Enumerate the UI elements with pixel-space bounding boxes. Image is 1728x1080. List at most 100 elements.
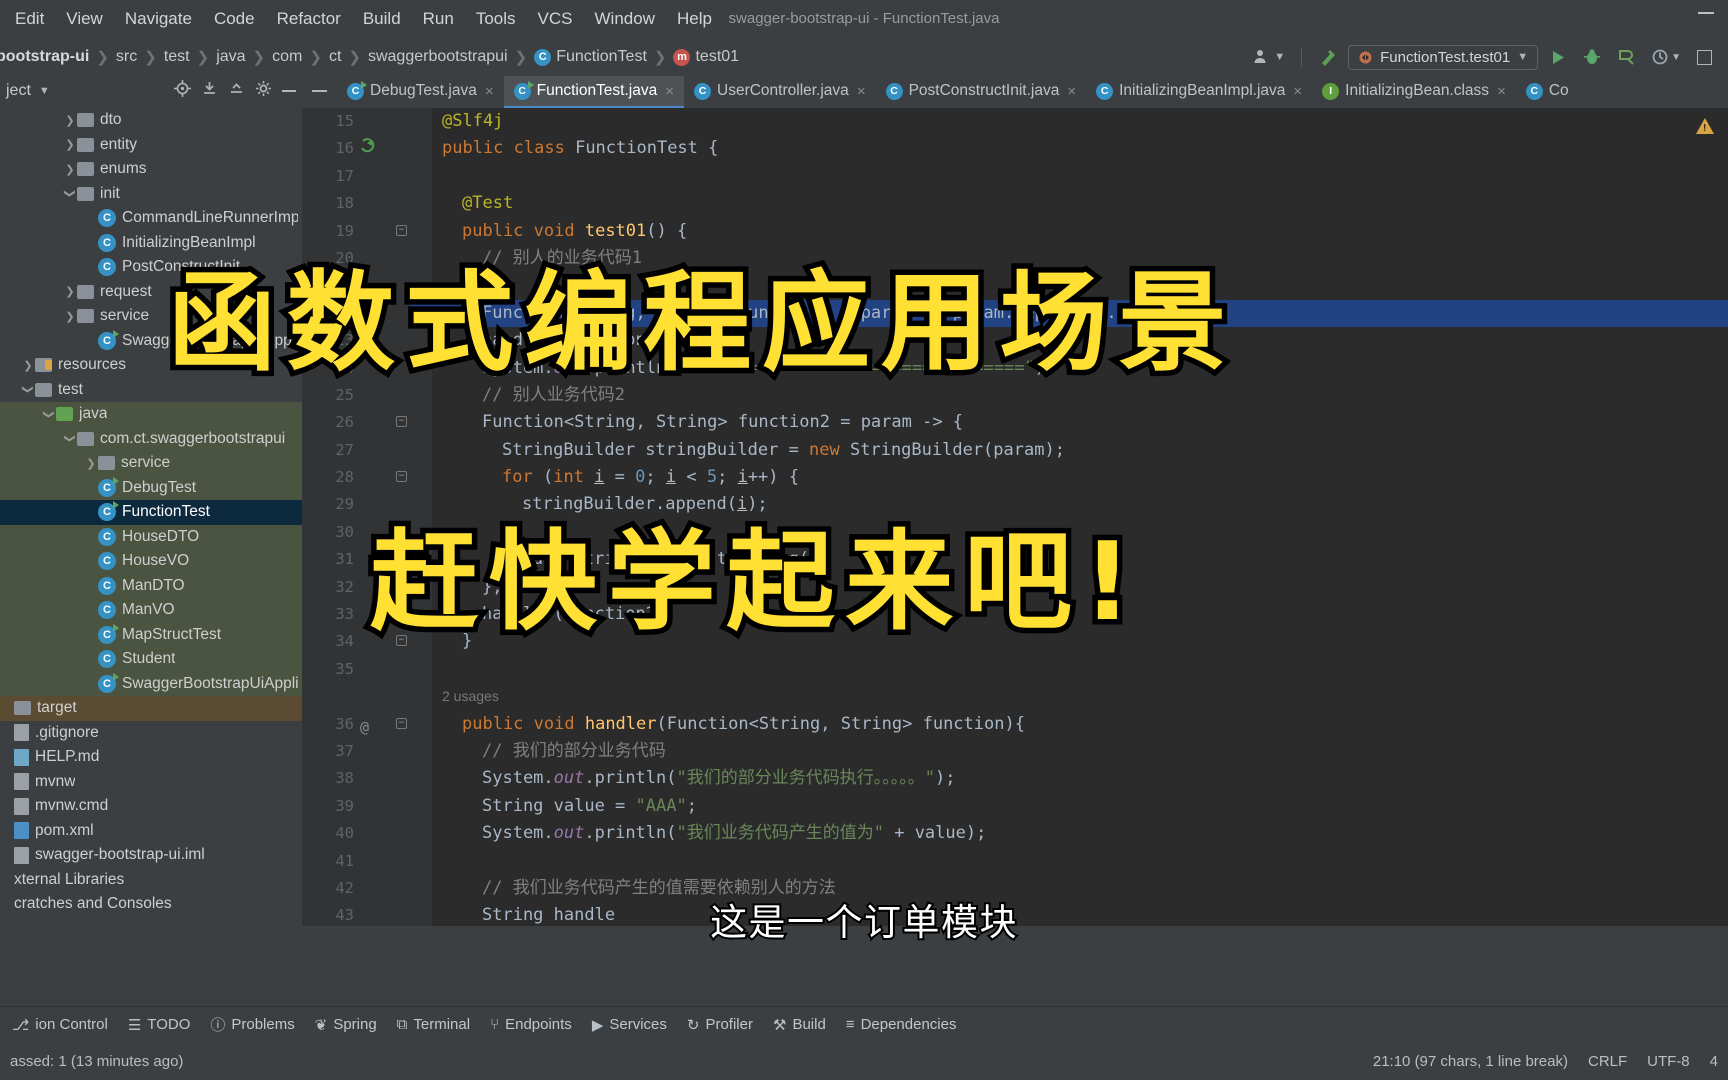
chevron-down-icon[interactable]: ❯ (43, 407, 56, 421)
code-line[interactable]: 39 String value = "AAA"; (302, 793, 1728, 820)
line-number[interactable]: 41 (302, 848, 354, 875)
code-text[interactable]: Function<String, String> function2 = par… (302, 409, 1728, 436)
tree-item-cratches-and-consoles[interactable]: cratches and Consoles (0, 892, 302, 917)
chevron-right-icon[interactable]: ❯ (63, 138, 77, 151)
usages-hint[interactable]: 2 usages (302, 683, 1728, 710)
code-text[interactable]: String handle (302, 902, 1728, 926)
breadcrumb-item-ct[interactable]: ct (329, 48, 341, 66)
tool-window-problems[interactable]: ⓘ Problems (200, 1010, 304, 1039)
code-line[interactable]: 22 Function<String, String> function1 = p… (302, 299, 1728, 328)
tree-item-housevo[interactable]: C HouseVO (0, 549, 302, 574)
chevron-right-icon[interactable]: ❯ (21, 359, 35, 372)
tool-window-ion-control[interactable]: ⎇ ion Control (2, 1012, 118, 1038)
code-line[interactable]: 43 String handle (302, 902, 1728, 926)
tree-item-functiontest[interactable]: C FunctionTest (0, 500, 302, 525)
tree-item-gitignore[interactable]: .gitignore (0, 721, 302, 746)
settings-gear-icon[interactable] (255, 80, 272, 102)
chevron-down-icon[interactable]: ❯ (64, 432, 77, 446)
code-line[interactable]: 42// 我们业务代码产生的值需要依赖别人的方法 (302, 875, 1728, 902)
code-line[interactable]: 35 (302, 656, 1728, 683)
tree-item-init[interactable]: ❯ init (0, 182, 302, 207)
chevron-down-icon[interactable]: ❯ (64, 187, 77, 201)
code-line[interactable]: 28− for (int i = 0; i < 5; i++) { (302, 464, 1728, 491)
menu-item-run[interactable]: Run (412, 6, 465, 32)
code-text[interactable]: // 别人业务代码2 (302, 382, 1728, 409)
code-line[interactable]: 27 StringBuilder stringBuilder = new Stri… (302, 437, 1728, 464)
tree-item-dto[interactable]: ❯ dto (0, 108, 302, 133)
tree-item-mapstructtest[interactable]: C MapStructTest (0, 622, 302, 647)
code-line[interactable]: 33 handler(function2); (302, 601, 1728, 628)
code-line[interactable]: 31 return stringBuilder.toString(); (302, 546, 1728, 573)
collapse-all-icon[interactable] (201, 80, 218, 102)
profiler-button[interactable]: ▼ (1645, 44, 1687, 70)
code-editor[interactable]: 15 @Slf4j 16 public class FunctionTest {17 1… (302, 108, 1728, 926)
minimize-button[interactable] (1698, 12, 1714, 14)
editor-tab-initializingbean-class[interactable]: I InitializingBean.class × (1312, 76, 1516, 108)
build-hammer-icon[interactable] (1312, 43, 1344, 71)
chevron-right-icon[interactable]: ❯ (63, 310, 77, 323)
warning-icon[interactable] (1696, 118, 1714, 134)
tool-window-dependencies[interactable]: ≡ Dependencies (836, 1012, 967, 1037)
tool-window-services[interactable]: ▶ Services (582, 1012, 677, 1038)
menu-item-view[interactable]: View (55, 6, 114, 32)
line-number[interactable]: 35 (302, 656, 354, 683)
line-separator[interactable]: CRLF (1588, 1053, 1627, 1070)
tree-item-swaggerbootstrapuiapplicationtests[interactable]: CSwaggerBootstrapUiApplicationTests (0, 671, 302, 696)
code-text[interactable]: public class FunctionTest { (302, 135, 1728, 162)
close-icon[interactable]: × (1067, 83, 1076, 100)
tool-window-todo[interactable]: ☰ TODO (118, 1012, 201, 1038)
code-text[interactable]: public void handler(Function<String, Str… (302, 711, 1728, 738)
code-text[interactable]: @Slf4j (302, 108, 1728, 135)
editor-tab-functiontest-java[interactable]: C FunctionTest.java × (503, 76, 684, 108)
code-line[interactable]: 18 @Test (302, 190, 1728, 217)
more-button[interactable] (1691, 46, 1718, 69)
breadcrumb-item-package[interactable]: swaggerbootstrapui (368, 48, 508, 66)
tree-item-com-ct-swaggerbootstrapui[interactable]: ❯ com.ct.swaggerbootstrapui (0, 426, 302, 451)
code-text[interactable]: stringBuilder.append(i); (302, 491, 1728, 518)
caret-position[interactable]: 21:10 (97 chars, 1 line break) (1373, 1053, 1568, 1070)
tree-item-swaggerbootstrapuiapplication[interactable]: CSwaggerBootstrapUiApplication (0, 329, 302, 354)
tree-item-mandto[interactable]: C ManDTO (0, 573, 302, 598)
tree-item-debugtest[interactable]: C DebugTest (0, 475, 302, 500)
menu-item-code[interactable]: Code (203, 6, 266, 32)
tree-item-xternal-libraries[interactable]: xternal Libraries (0, 868, 302, 893)
code-line[interactable]: 17 (302, 163, 1728, 190)
code-text[interactable]: StringBuilder stringBuilder = new String… (302, 437, 1728, 464)
code-line[interactable]: 20// 别人的业务代码1 (302, 245, 1728, 272)
editor-tab-postconstructinit-java[interactable]: C PostConstructInit.java × (876, 76, 1087, 108)
code-text[interactable]: handler(function2); (302, 601, 1728, 628)
code-line[interactable]: 38 System.out.println("我们的部分业务代码执行。。。。。")… (302, 765, 1728, 792)
close-icon[interactable]: × (665, 83, 674, 100)
code-text[interactable]: System.out.println("我们业务代码产生的值为" + value… (302, 820, 1728, 847)
code-text[interactable]: Function<String, String> function1 = par… (302, 300, 1728, 327)
run-configuration-selector[interactable]: FunctionTest.test01 ▼ (1348, 44, 1539, 70)
debug-button[interactable] (1577, 44, 1607, 70)
tool-window-endpoints[interactable]: ⑂ Endpoints (480, 1012, 582, 1037)
code-text[interactable]: handler(function1); (302, 327, 1728, 354)
breadcrumb-item-src[interactable]: src (116, 48, 137, 66)
tree-item-student[interactable]: C Student (0, 647, 302, 672)
code-line[interactable]: 37// 我们的部分业务代码 (302, 738, 1728, 765)
tree-item-help-md[interactable]: HELP.md (0, 745, 302, 770)
tree-item-target[interactable]: target (0, 696, 302, 721)
code-text[interactable]: // 别人的业务代码1 (302, 245, 1728, 272)
code-text[interactable]: String value = "AAA"; (302, 793, 1728, 820)
tree-item-pom-xml[interactable]: pom.xml (0, 819, 302, 844)
chevron-right-icon[interactable]: ❯ (63, 114, 77, 127)
tool-window-spring[interactable]: ❦ Spring (305, 1012, 387, 1038)
code-line[interactable]: 36 @ − public void handler(Function<String,… (302, 711, 1728, 738)
indent-setting[interactable]: 4 (1710, 1053, 1718, 1070)
menu-item-tools[interactable]: Tools (465, 6, 527, 32)
tree-item-enums[interactable]: ❯ enums (0, 157, 302, 182)
code-line[interactable]: 25// 别人业务代码2 (302, 382, 1728, 409)
code-text[interactable]: } (302, 519, 1728, 546)
tree-item-commandlinerunnerimpl[interactable]: C CommandLineRunnerImpl (0, 206, 302, 231)
chevron-right-icon[interactable]: ❯ (63, 163, 77, 176)
locate-icon[interactable] (174, 80, 191, 102)
code-line[interactable]: 41 (302, 848, 1728, 875)
chevron-right-icon[interactable]: ❯ (84, 457, 98, 470)
expand-all-icon[interactable] (228, 80, 245, 102)
editor-tab-usercontroller-java[interactable]: C UserController.java × (684, 76, 876, 108)
tree-item-resources[interactable]: ❯ resources (0, 353, 302, 378)
tree-item-request[interactable]: ❯ request (0, 280, 302, 305)
